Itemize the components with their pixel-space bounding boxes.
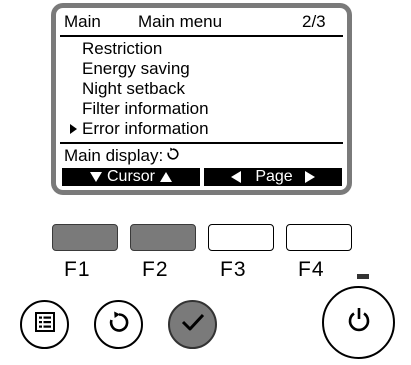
- header-divider: [60, 35, 343, 37]
- lcd-screen: Main Main menu 2/3 Restriction Energy sa…: [56, 8, 347, 190]
- operation-lamp: [357, 274, 369, 279]
- status-row: Main display:: [64, 146, 180, 167]
- cursor-guide: Cursor: [62, 168, 200, 186]
- menu-item-night-setback[interactable]: Night setback: [70, 79, 209, 99]
- menu-item-label: Error information: [82, 119, 209, 138]
- f2-label: F2: [142, 258, 169, 281]
- power-icon: [346, 306, 372, 339]
- page-guide: Page: [204, 168, 342, 186]
- page-guide-label: Page: [255, 168, 293, 185]
- menu-button[interactable]: [20, 300, 69, 349]
- main-display-label: Main display:: [64, 146, 164, 165]
- f3-label: F3: [220, 258, 247, 281]
- status-divider: [60, 142, 343, 144]
- menu-item-label: Restriction: [82, 39, 163, 58]
- f4-key[interactable]: [286, 224, 352, 251]
- select-button[interactable]: [168, 300, 217, 349]
- f2-key[interactable]: [130, 224, 196, 251]
- return-icon: [107, 310, 131, 339]
- check-icon: [180, 311, 206, 338]
- function-guide-bar: Cursor Page: [62, 168, 342, 186]
- menu-item-label: Energy saving: [82, 59, 190, 78]
- menu-item-label: Night setback: [82, 79, 185, 98]
- f1-key[interactable]: [52, 224, 118, 251]
- menu-item-filter-information[interactable]: Filter information: [70, 99, 209, 119]
- header-mode-label: Main: [64, 12, 101, 31]
- menu-item-restriction[interactable]: Restriction: [70, 39, 209, 59]
- header-title: Main menu: [138, 12, 223, 31]
- return-icon: [166, 147, 180, 167]
- menu-item-label: Filter information: [82, 99, 209, 118]
- f4-label: F4: [298, 258, 325, 281]
- menu-item-energy-saving[interactable]: Energy saving: [70, 59, 209, 79]
- right-arrow-icon: [304, 171, 315, 183]
- return-button[interactable]: [94, 300, 143, 349]
- down-arrow-icon: [89, 172, 102, 182]
- menu-item-error-information[interactable]: Error information: [70, 119, 209, 139]
- menu-list: Restriction Energy saving Night setback …: [70, 39, 209, 139]
- cursor-guide-label: Cursor: [106, 168, 155, 185]
- f3-key[interactable]: [208, 224, 274, 251]
- f1-label: F1: [64, 258, 91, 281]
- left-arrow-icon: [231, 171, 242, 183]
- up-arrow-icon: [160, 172, 172, 182]
- header-page-indicator: 2/3: [302, 12, 326, 31]
- cursor-arrow-icon: [70, 124, 77, 134]
- menu-icon: [34, 311, 56, 338]
- power-button[interactable]: [322, 286, 395, 359]
- lcd-header: Main Main menu 2/3: [64, 12, 340, 34]
